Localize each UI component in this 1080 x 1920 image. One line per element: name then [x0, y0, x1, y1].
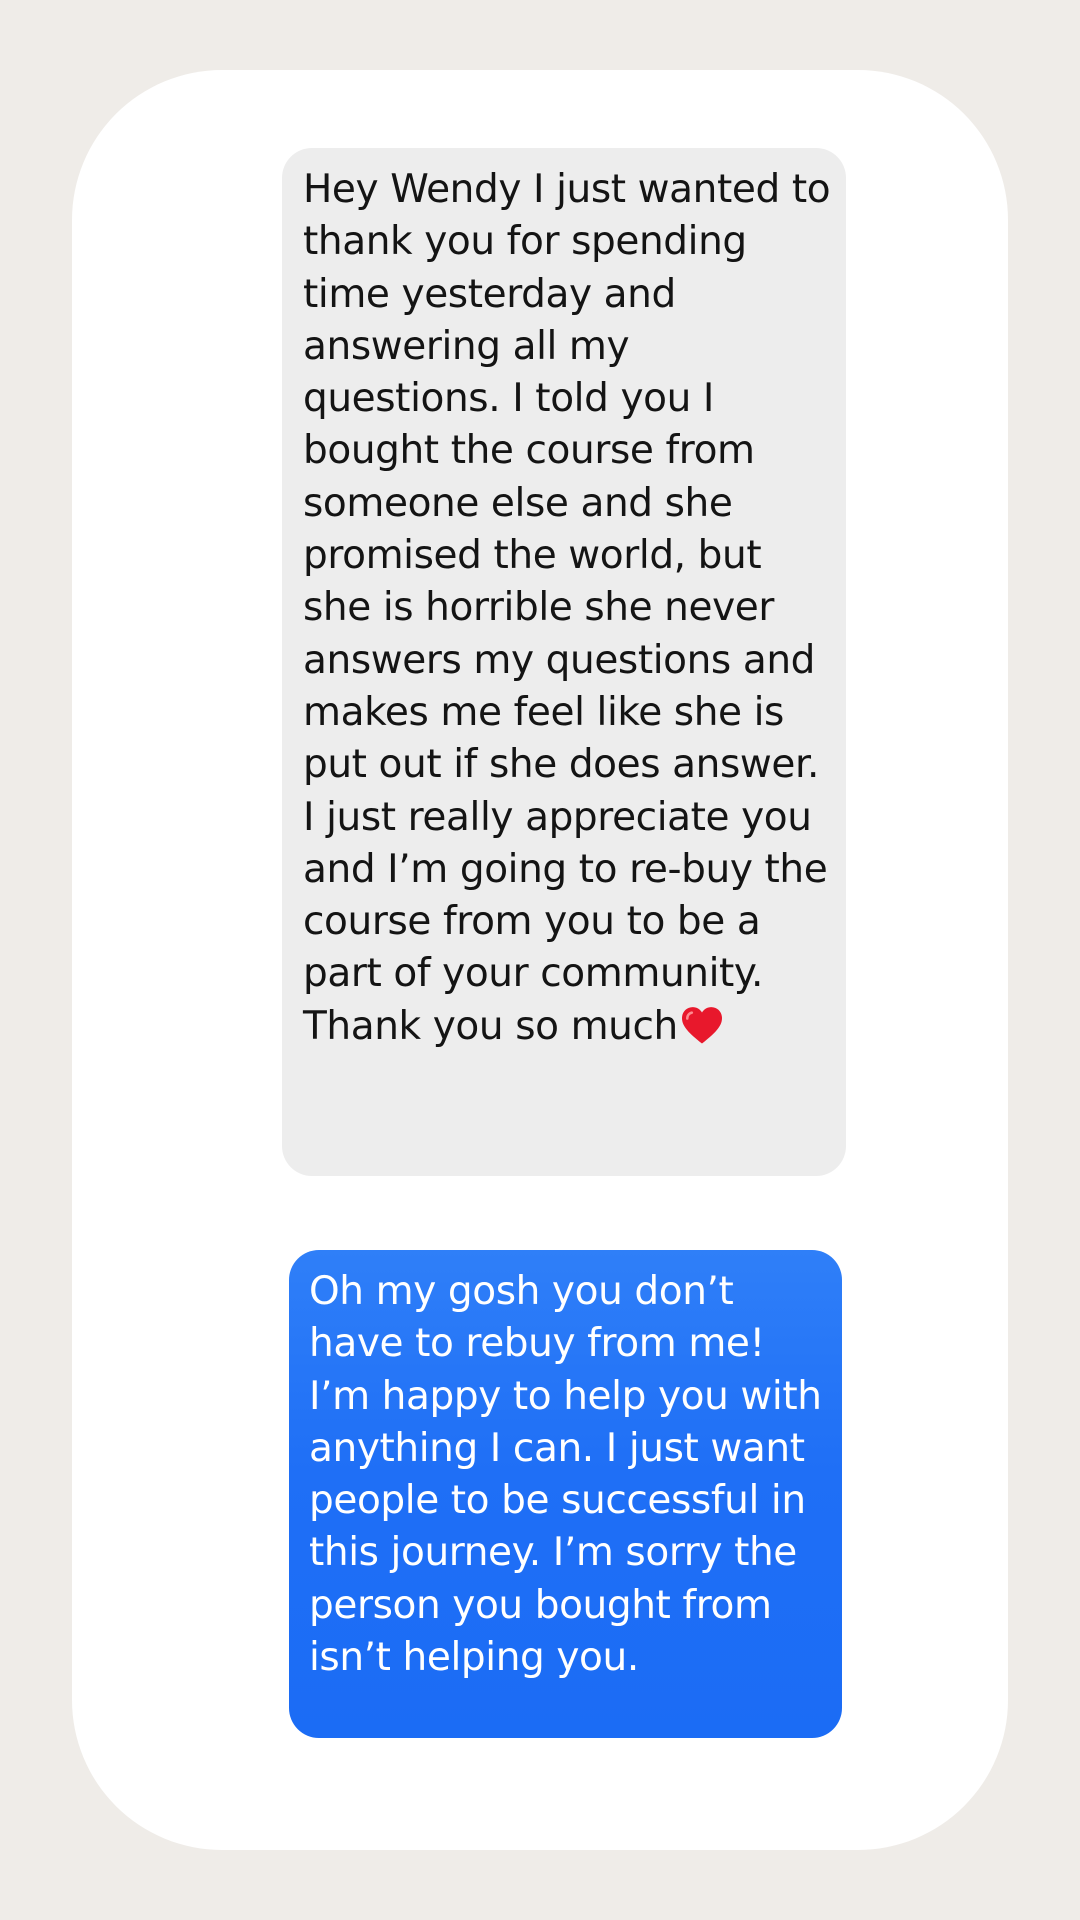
received-message-bubble: Hey Wendy I just wanted to thank you for… — [282, 148, 846, 1176]
sent-message-text: Oh my gosh you don’t have to rebuy from … — [309, 1269, 822, 1681]
red-heart-icon — [681, 1006, 722, 1044]
received-message-text: Hey Wendy I just wanted to thank you for… — [303, 167, 831, 1049]
sent-message-bubble: Oh my gosh you don’t have to rebuy from … — [289, 1250, 842, 1738]
